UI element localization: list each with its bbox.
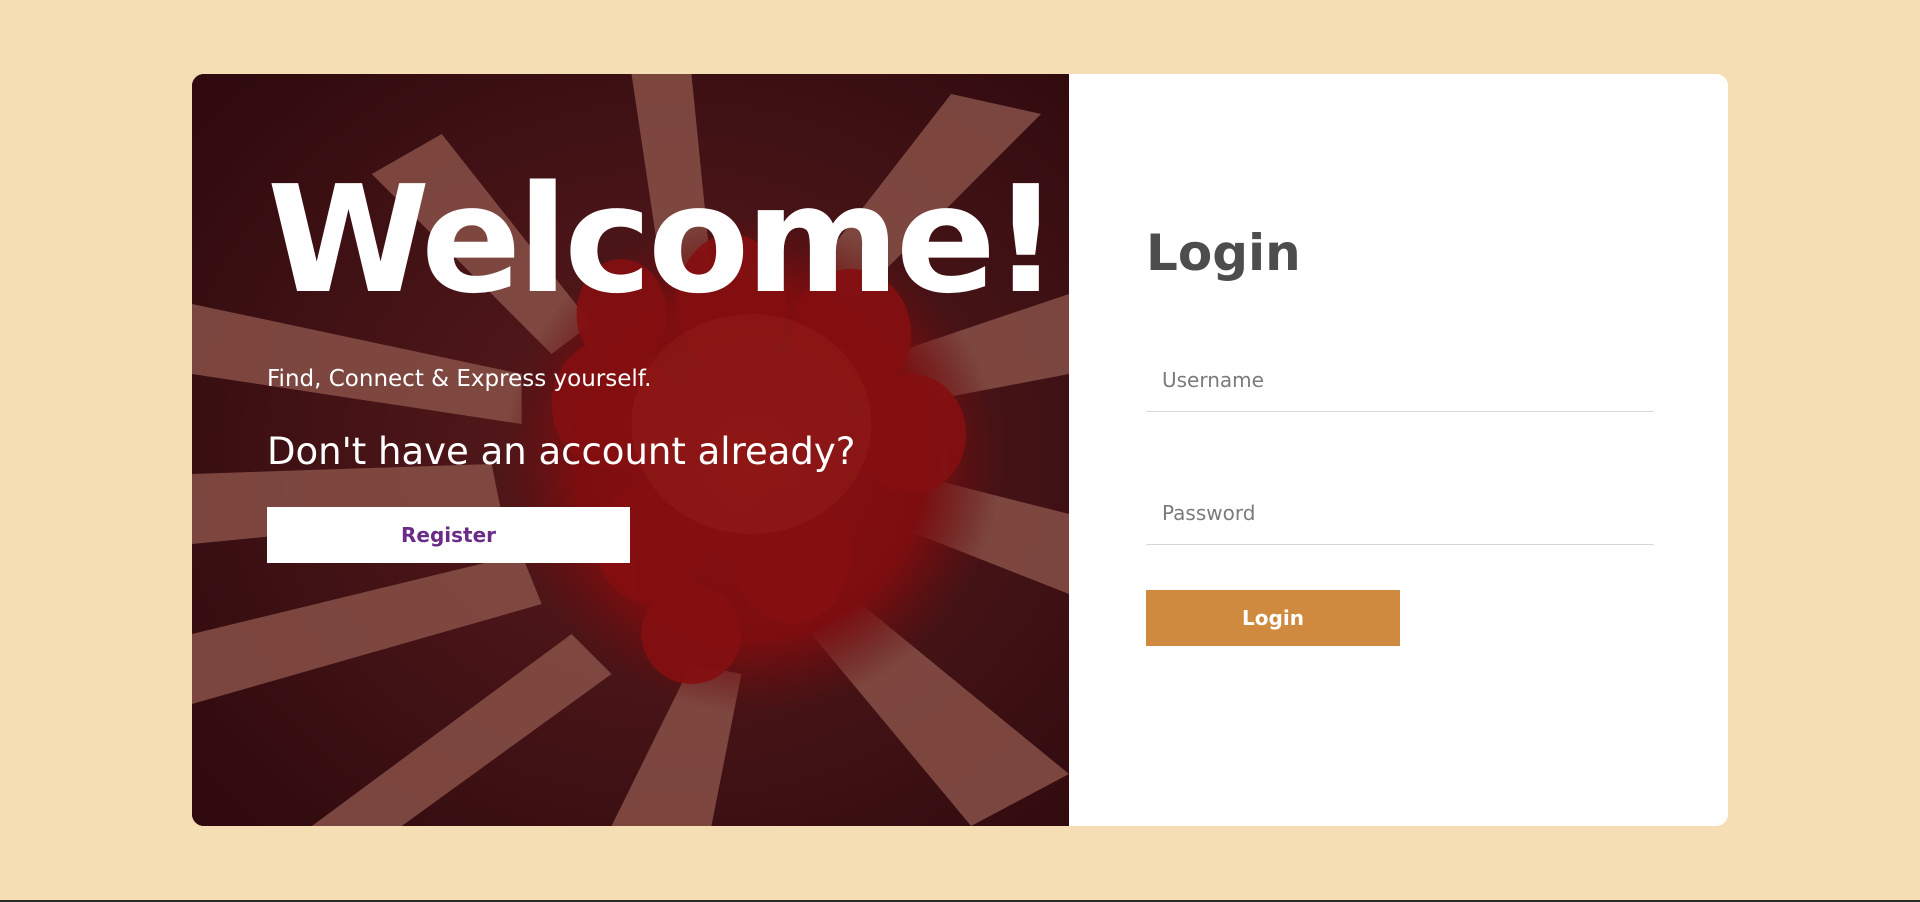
welcome-heading: Welcome!: [267, 154, 1060, 326]
password-input[interactable]: [1146, 473, 1654, 544]
hero-content: Welcome! Find, Connect & Express yoursel…: [267, 146, 1060, 563]
username-input[interactable]: [1146, 340, 1654, 411]
hero-panel: Welcome! Find, Connect & Express yoursel…: [192, 74, 1069, 826]
login-button[interactable]: Login: [1146, 590, 1400, 646]
no-account-prompt: Don't have an account already?: [267, 430, 856, 473]
password-field-wrapper: [1146, 473, 1654, 545]
login-panel: Login Login: [1069, 74, 1728, 826]
hero-tagline: Find, Connect & Express yourself.: [267, 366, 652, 392]
username-field-wrapper: [1146, 340, 1654, 412]
register-button[interactable]: Register: [267, 507, 630, 563]
auth-card: Welcome! Find, Connect & Express yoursel…: [192, 74, 1728, 826]
login-title: Login: [1146, 224, 1301, 282]
page: Welcome! Find, Connect & Express yoursel…: [0, 0, 1920, 902]
